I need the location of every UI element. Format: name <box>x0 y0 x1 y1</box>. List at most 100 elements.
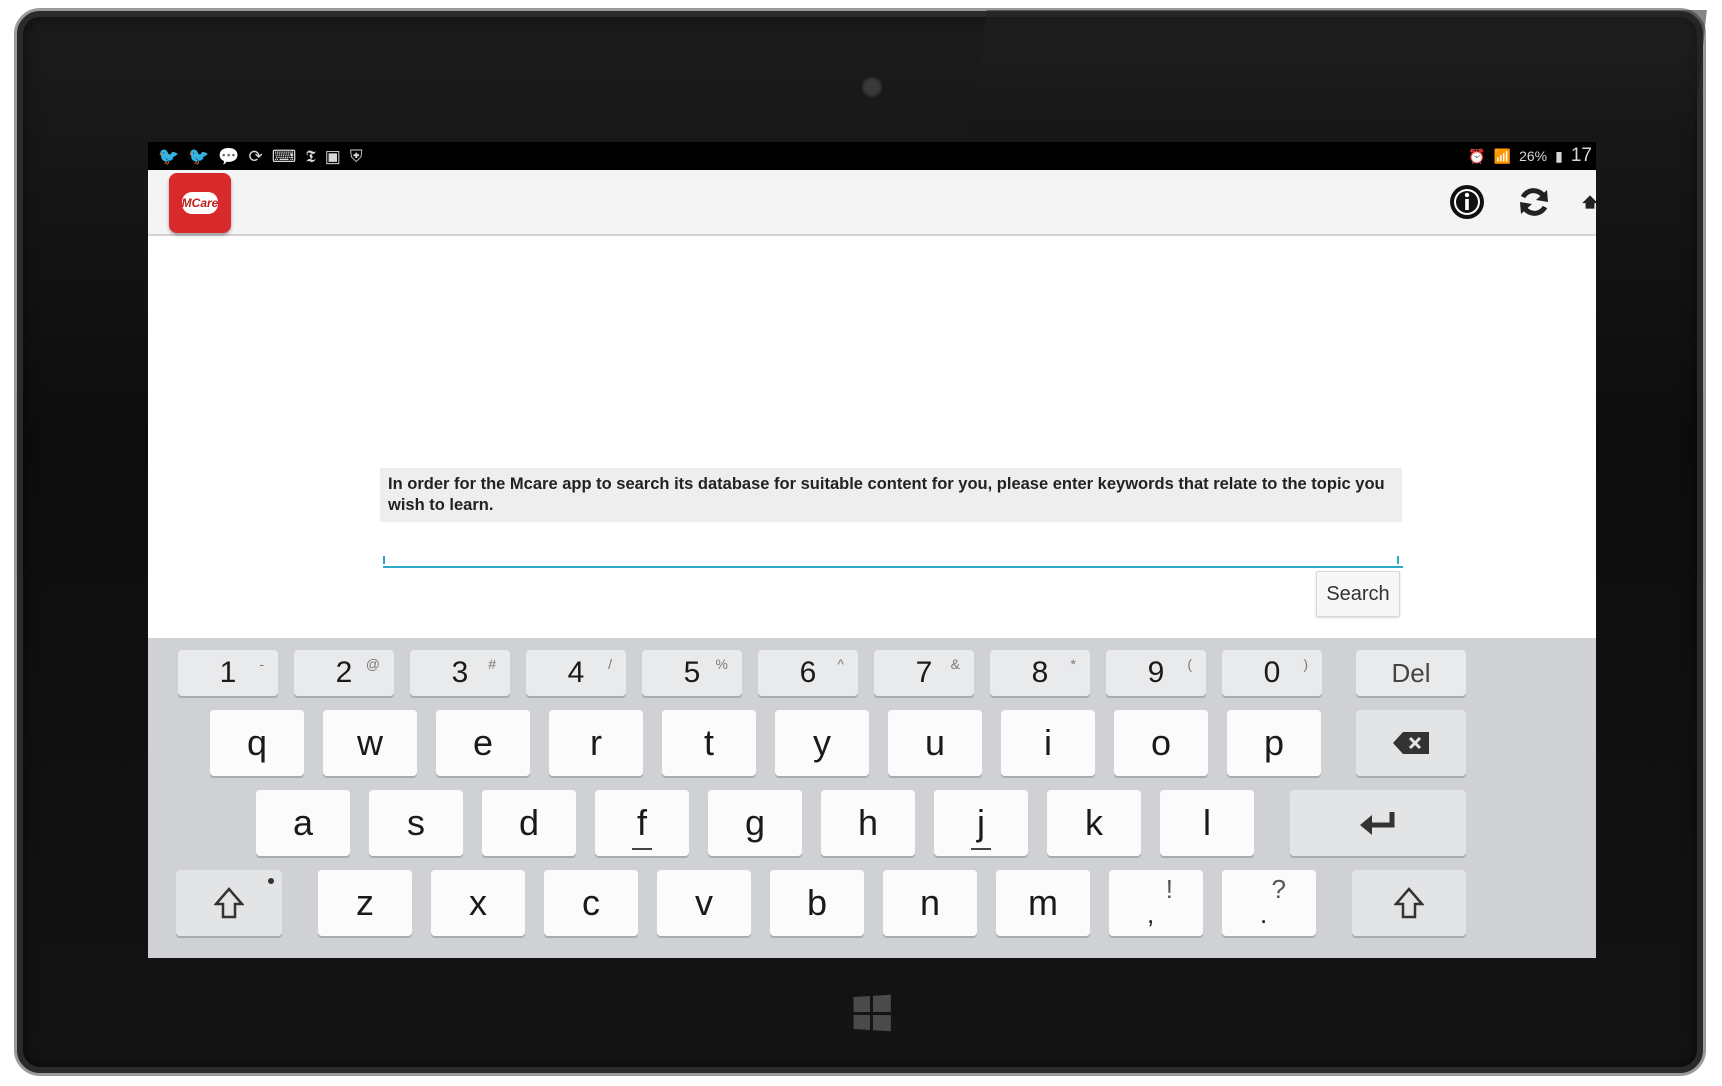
key-n[interactable]: n <box>883 870 977 936</box>
key-f[interactable]: f <box>595 790 689 856</box>
key-hint: ( <box>1187 656 1192 672</box>
key-label: 8 <box>1031 656 1049 689</box>
key-g[interactable]: g <box>708 790 802 856</box>
key-y[interactable]: y <box>775 710 869 776</box>
key-2[interactable]: 2 @ <box>294 650 394 696</box>
key-q[interactable]: q <box>210 710 304 776</box>
key-m[interactable]: m <box>996 870 1090 936</box>
key-t[interactable]: t <box>662 710 756 776</box>
key-o[interactable]: o <box>1114 710 1208 776</box>
key-z[interactable]: z <box>318 870 412 936</box>
app-logo-badge: MCare <box>182 192 218 214</box>
shift-key-right[interactable] <box>1352 870 1466 936</box>
shift-key-left[interactable] <box>176 870 282 936</box>
key-8[interactable]: 8 * <box>990 650 1090 696</box>
key-7[interactable]: 7 & <box>874 650 974 696</box>
key-comma[interactable]: , ! <box>1109 870 1203 936</box>
key-hint: & <box>950 656 960 672</box>
search-instructions: In order for the Mcare app to search its… <box>380 468 1402 522</box>
key-0[interactable]: 0) <box>1222 650 1322 696</box>
on-screen-keyboard: 1- 2 @ 3 # 4/ 5% 6 ^ 7 & 8 * 9( 0) Del q w e … <box>148 638 1596 958</box>
key-6[interactable]: 6 ^ <box>758 650 858 696</box>
key-1[interactable]: 1- <box>178 650 278 696</box>
key-alt-label: ? <box>1271 874 1286 904</box>
search-button[interactable]: Search <box>1316 571 1400 617</box>
key-x[interactable]: x <box>431 870 525 936</box>
key-a[interactable]: a <box>256 790 350 856</box>
shift-icon <box>214 887 244 919</box>
key-w[interactable]: w <box>323 710 417 776</box>
key-hint: @ <box>365 656 380 672</box>
home-row-marker <box>632 848 652 850</box>
key-c[interactable]: c <box>544 870 638 936</box>
backspace-icon <box>1393 732 1429 754</box>
home-row-marker <box>971 848 991 850</box>
app-logo-icon[interactable]: MCare <box>169 173 231 233</box>
wifi-icon: 📶 <box>1493 147 1512 164</box>
sync-icon: ⟳ <box>248 146 263 166</box>
key-alt-label: ! <box>1165 874 1173 904</box>
key-i[interactable]: i <box>1001 710 1095 776</box>
key-label: f <box>636 802 647 843</box>
keyword-search-input[interactable] <box>383 530 1403 568</box>
system-tray: ⏰ 📶 26% ▮ 17 <box>1468 145 1596 167</box>
key-label: j <box>977 802 985 843</box>
screen-glare <box>973 10 1707 140</box>
key-hint: % <box>715 656 728 672</box>
twitter-icon: 🐦 <box>158 146 180 166</box>
key-k[interactable]: k <box>1047 790 1141 856</box>
key-4[interactable]: 4/ <box>526 650 626 696</box>
key-j[interactable]: j <box>934 790 1028 856</box>
home-icon <box>1582 195 1596 209</box>
del-key[interactable]: Del <box>1356 650 1466 696</box>
key-hint: # <box>488 656 496 672</box>
key-label: . <box>1260 899 1268 929</box>
windows-logo-icon[interactable] <box>853 994 891 1032</box>
clock: 17 <box>1570 145 1592 166</box>
input-edge-left <box>383 556 385 564</box>
key-hint: - <box>259 656 264 672</box>
key-3[interactable]: 3 # <box>410 650 510 696</box>
refresh-icon <box>1520 188 1548 216</box>
refresh-button[interactable] <box>1514 182 1554 222</box>
key-r[interactable]: r <box>549 710 643 776</box>
notification-icons: 🐦 🐦 💬 ⟳ ⌨ 𝕿 ▣ ⛨ <box>148 148 363 165</box>
action-bar: MCare <box>148 170 1596 236</box>
backspace-key[interactable] <box>1356 710 1466 776</box>
key-5[interactable]: 5% <box>642 650 742 696</box>
gallery-icon: ▣ <box>324 146 341 166</box>
keyboard-icon: ⌨ <box>271 146 297 166</box>
key-label: 4 <box>567 656 585 689</box>
chat-icon: 💬 <box>218 146 240 166</box>
key-9[interactable]: 9( <box>1106 650 1206 696</box>
status-bar: 🐦 🐦 💬 ⟳ ⌨ 𝕿 ▣ ⛨ ⏰ 📶 26% ▮ 17 <box>148 142 1596 170</box>
caps-indicator <box>268 878 274 884</box>
key-l[interactable]: l <box>1160 790 1254 856</box>
key-hint: * <box>1070 656 1076 672</box>
alarm-icon: ⏰ <box>1468 147 1486 164</box>
key-d[interactable]: d <box>482 790 576 856</box>
info-icon <box>1450 185 1484 219</box>
app-screen: 🐦 🐦 💬 ⟳ ⌨ 𝕿 ▣ ⛨ ⏰ 📶 26% ▮ 17 MCare In or… <box>148 142 1596 958</box>
key-v[interactable]: v <box>657 870 751 936</box>
key-hint: ) <box>1303 656 1308 672</box>
key-label: 3 <box>451 656 469 689</box>
key-e[interactable]: e <box>436 710 530 776</box>
key-b[interactable]: b <box>770 870 864 936</box>
enter-icon <box>1360 812 1395 835</box>
key-s[interactable]: s <box>369 790 463 856</box>
info-button[interactable] <box>1447 182 1487 222</box>
enter-key[interactable] <box>1290 790 1466 856</box>
camera-lens <box>861 76 883 98</box>
key-label: 0 <box>1263 656 1281 689</box>
key-h[interactable]: h <box>821 790 915 856</box>
twitter-icon: 🐦 <box>188 146 210 166</box>
key-period[interactable]: . ? <box>1222 870 1316 936</box>
key-label: 6 <box>799 656 817 689</box>
key-p[interactable]: p <box>1227 710 1321 776</box>
home-button[interactable] <box>1580 182 1596 222</box>
key-label: 1 <box>219 656 237 689</box>
shield-icon: ⛨ <box>349 146 363 166</box>
key-u[interactable]: u <box>888 710 982 776</box>
key-hint: ^ <box>837 656 844 672</box>
